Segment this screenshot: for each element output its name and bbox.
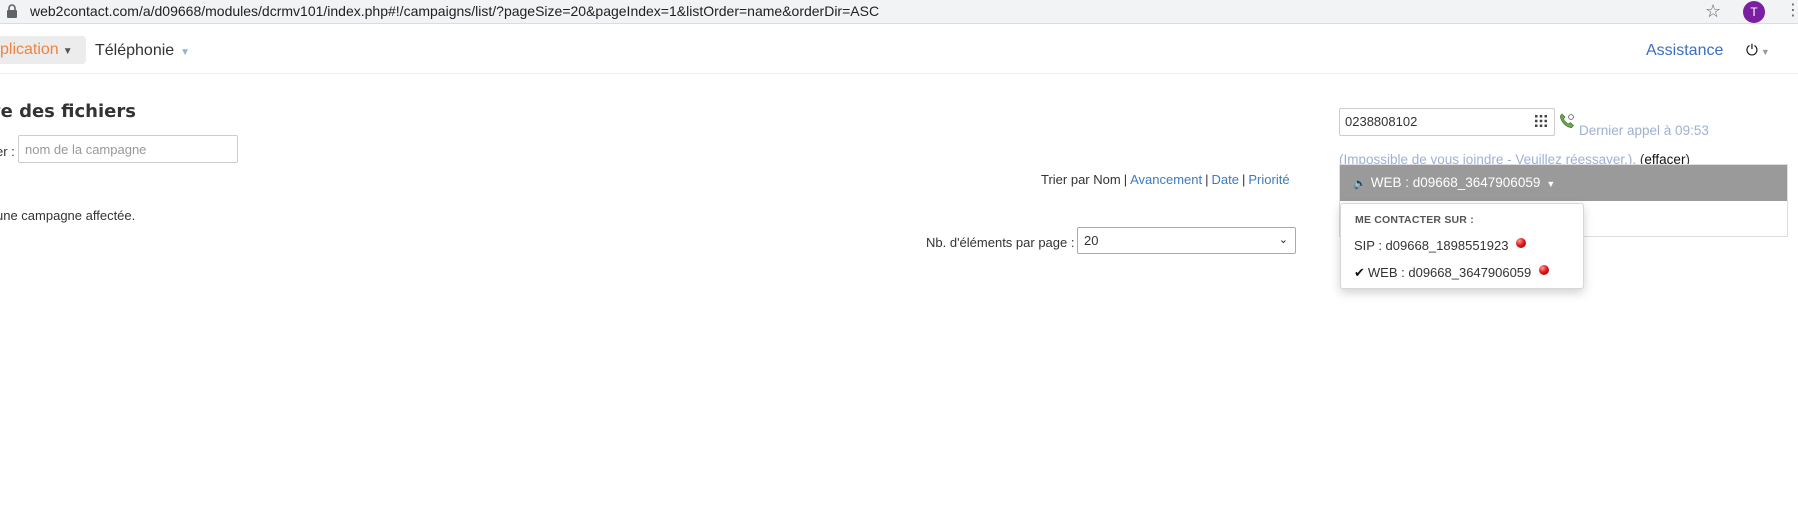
sort-separator: | bbox=[1123, 172, 1128, 187]
power-menu[interactable]: ⏻ ▼ bbox=[1746, 42, 1770, 59]
page-size-value: 20 bbox=[1084, 233, 1099, 248]
phone-call-icon bbox=[1559, 113, 1574, 129]
line-selector-button[interactable]: 🔈 WEB : d09668_3647906059 ▼ bbox=[1340, 165, 1787, 201]
nav-assistance-link[interactable]: Assistance bbox=[1646, 42, 1723, 60]
sort-avancement-link[interactable]: Avancement bbox=[1130, 172, 1202, 187]
nav-application-label: plication bbox=[0, 41, 59, 58]
sort-separator: | bbox=[1241, 172, 1246, 187]
status-red-icon bbox=[1516, 238, 1527, 248]
phone-number-value: 0238808102 bbox=[1345, 114, 1418, 129]
empty-message: une campagne affectée. bbox=[0, 208, 136, 223]
nav-telephonie-label: Téléphonie bbox=[95, 42, 175, 59]
speaker-icon: 🔈 bbox=[1353, 178, 1367, 190]
dropdown-header: ME CONTACTER SUR : bbox=[1355, 214, 1474, 226]
top-navigation: plication ▼ Téléphonie ▼ Assistance ⏻ ▼ bbox=[0, 24, 1798, 74]
keypad-icon[interactable] bbox=[1534, 114, 1548, 128]
sort-bar: Trier par Nom | Avancement | Date | Priorité bbox=[1041, 172, 1290, 187]
line-option-web[interactable]: ✔ WEB : d09668_3647906059 bbox=[1354, 265, 1550, 281]
sort-prefix: Trier par Nom bbox=[1041, 172, 1121, 187]
url-text[interactable]: web2contact.com/a/d09668/modules/dcrmv10… bbox=[30, 3, 879, 19]
browser-address-bar: web2contact.com/a/d09668/modules/dcrmv10… bbox=[0, 0, 1798, 24]
power-icon: ⏻ bbox=[1746, 42, 1758, 59]
nav-telephonie-menu[interactable]: Téléphonie ▼ bbox=[95, 42, 190, 60]
line-dropdown-menu: ME CONTACTER SUR : SIP : d09668_18985519… bbox=[1340, 203, 1584, 289]
caret-down-icon: ▼ bbox=[1760, 47, 1770, 57]
chevron-down-icon: ⌄ bbox=[1278, 234, 1288, 246]
line-option-sip[interactable]: SIP : d09668_1898551923 bbox=[1354, 238, 1527, 253]
line-option-label: WEB : d09668_3647906059 bbox=[1367, 265, 1532, 280]
sort-date-link[interactable]: Date bbox=[1212, 172, 1239, 187]
nav-application-menu[interactable]: plication ▼ bbox=[0, 36, 86, 64]
profile-avatar[interactable]: T bbox=[1743, 1, 1765, 23]
checkmark-icon: ✔ bbox=[1354, 265, 1365, 280]
lock-icon bbox=[7, 4, 17, 18]
caret-down-icon: ▼ bbox=[1546, 179, 1556, 189]
filter-label: er : bbox=[0, 144, 15, 159]
star-icon[interactable]: ☆ bbox=[1705, 1, 1721, 21]
caret-down-icon: ▼ bbox=[180, 47, 191, 58]
page-size-select[interactable]: 20 ⌄ bbox=[1077, 227, 1296, 254]
page-title: te des fichiers bbox=[0, 101, 136, 122]
sort-priorite-link[interactable]: Priorité bbox=[1248, 172, 1289, 187]
line-option-label: SIP : d09668_1898551923 bbox=[1354, 238, 1509, 253]
campaign-filter-input[interactable] bbox=[18, 135, 238, 163]
caret-down-icon: ▼ bbox=[62, 46, 73, 57]
sort-separator: | bbox=[1205, 172, 1209, 187]
page-size-label: Nb. d'éléments par page : bbox=[926, 235, 1075, 250]
kebab-menu-icon[interactable]: ⋮ bbox=[1785, 1, 1798, 21]
phone-number-field[interactable]: 0238808102 bbox=[1339, 108, 1555, 136]
status-red-icon bbox=[1539, 265, 1550, 275]
line-current-label: WEB : d09668_3647906059 bbox=[1370, 175, 1541, 190]
